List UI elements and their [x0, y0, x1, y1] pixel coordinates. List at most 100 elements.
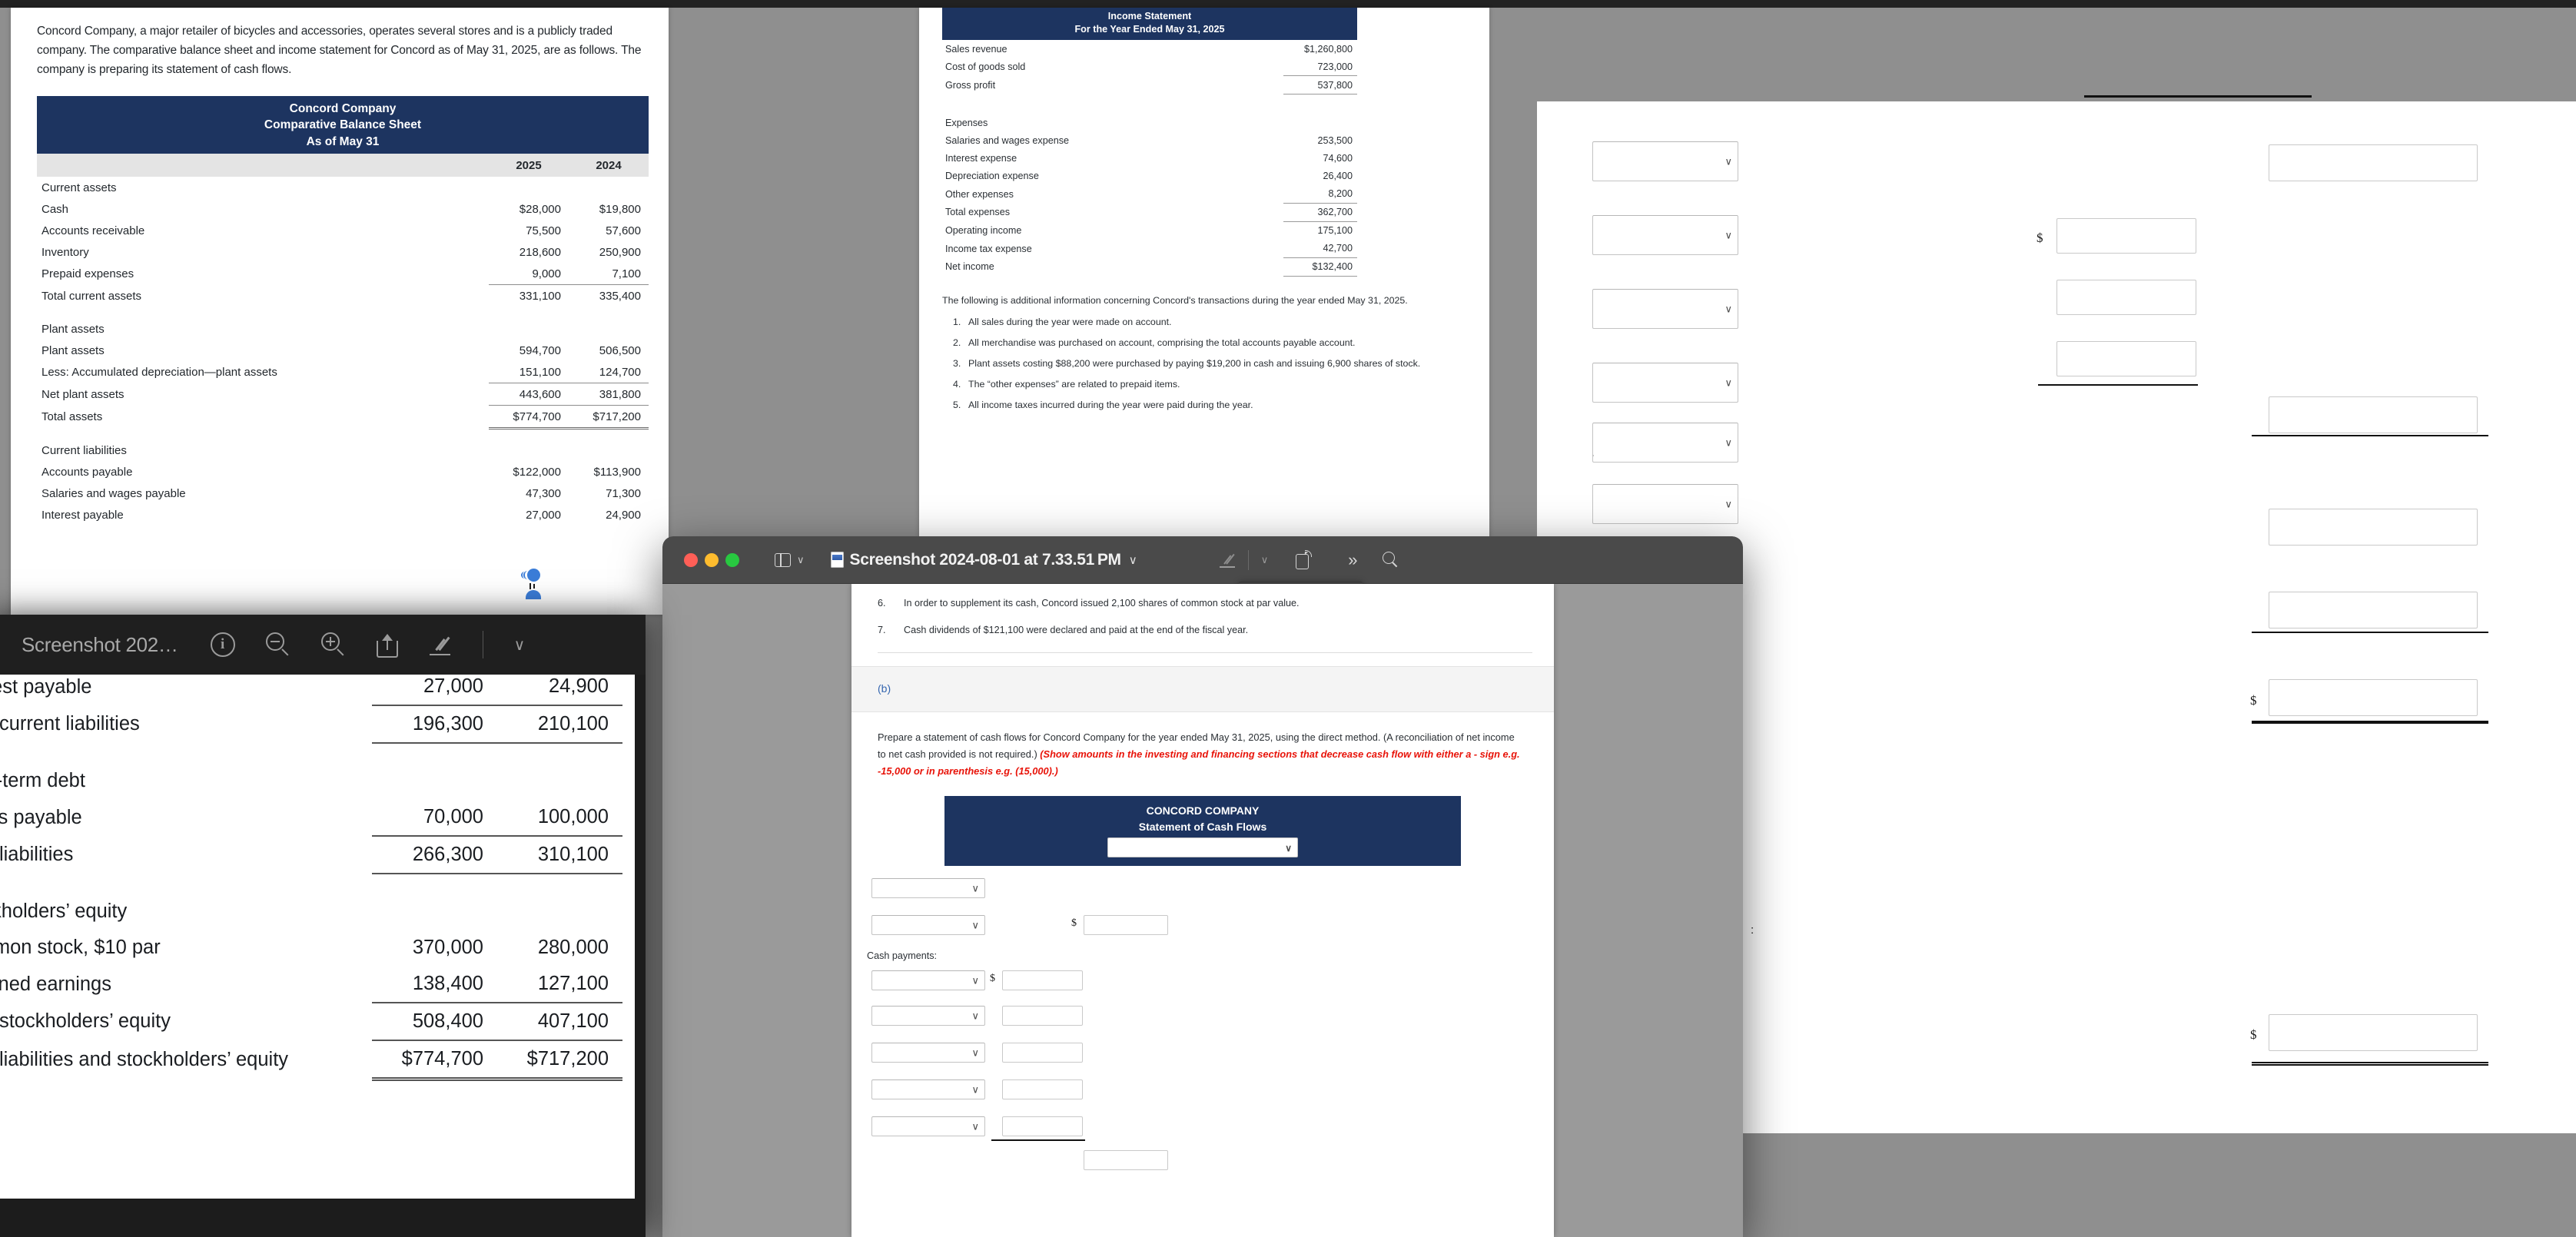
amount-input[interactable]	[1002, 1116, 1083, 1136]
amount-input[interactable]	[2269, 396, 2478, 433]
line-item-select[interactable]: ∨	[871, 914, 985, 935]
period-select[interactable]: ∨	[1107, 837, 1298, 857]
chevron-down-icon: ∨	[1725, 155, 1732, 167]
account-select[interactable]: ∨	[1592, 363, 1738, 403]
amount-input[interactable]	[2269, 144, 2478, 181]
screen-root: Concord Company, a major retailer of bic…	[0, 0, 2576, 1237]
background-window-topbar	[0, 0, 2576, 8]
row-spacer	[37, 307, 649, 318]
row-value-2024: 381,800	[569, 383, 649, 406]
row-label: Total stockholders’ equity	[0, 1010, 171, 1032]
chevron-down-icon: ∨	[971, 1120, 979, 1133]
row-label: Depreciation expense	[945, 171, 1039, 182]
table-row: Plant assets 594,700 506,500	[37, 340, 649, 361]
amount-input[interactable]	[2269, 679, 2478, 716]
right-edge-fade	[2530, 101, 2576, 1133]
amount-input[interactable]	[1084, 914, 1168, 935]
document-title-group[interactable]: Screenshot 2024-08-01 at 7.33.51 PM ∨	[830, 551, 1137, 569]
rotate-icon[interactable]	[1296, 549, 1313, 569]
amount-input[interactable]	[1002, 1005, 1083, 1026]
row-spacer	[37, 429, 649, 440]
background-document-middle: Income Statement For the Year Ended May …	[919, 8, 1489, 553]
amount-input[interactable]	[1002, 970, 1083, 990]
info-icon[interactable]: i	[210, 632, 235, 657]
row-label: Interest payable	[0, 675, 92, 698]
account-select[interactable]: ∨	[1592, 141, 1738, 181]
row-value: $1,260,800	[1303, 43, 1353, 55]
account-select[interactable]: ∨	[1592, 484, 1738, 524]
line-item-select[interactable]: ∨	[871, 970, 985, 990]
amount-input[interactable]	[2269, 592, 2478, 628]
row-label: Bonds payable	[0, 806, 82, 828]
amount-input[interactable]	[2269, 1014, 2478, 1051]
table-row: Bonds payable 70,000 100,000	[0, 799, 622, 837]
chevron-down-icon[interactable]: ∨	[1261, 554, 1269, 566]
subtotal-rule	[991, 1139, 1085, 1141]
more-chevrons-icon[interactable]: »	[1348, 550, 1357, 570]
chevron-down-icon: ∨	[971, 1010, 979, 1022]
chevron-down-icon[interactable]: ∨	[797, 554, 805, 566]
row-value-2024: 407,100	[497, 1003, 622, 1041]
amount-input[interactable]	[1002, 1042, 1083, 1063]
zoom-in-icon[interactable]	[320, 632, 346, 657]
row-label: Interest payable	[41, 509, 124, 522]
row-label: Net plant assets	[41, 387, 124, 401]
zoom-button[interactable]	[725, 552, 739, 567]
chevron-down-icon[interactable]: ∨	[514, 635, 526, 655]
account-select[interactable]: ∨	[1592, 423, 1738, 463]
sidebar-toggle[interactable]: ∨	[775, 552, 805, 567]
table-row: Less: Accumulated depreciation—plant ass…	[37, 361, 649, 383]
line-item-select[interactable]: ∨	[871, 1042, 985, 1063]
row-value-2024: 506,500	[599, 343, 641, 357]
markup-pencil-icon[interactable]	[1219, 551, 1236, 569]
row-value: 8,200	[1283, 184, 1357, 204]
share-icon[interactable]	[376, 632, 398, 658]
dollar-sign: $	[2250, 1027, 2257, 1042]
table-row-total: Total liabilities and stockholders’ equi…	[0, 1040, 622, 1081]
chevron-down-icon: ∨	[971, 919, 979, 931]
window-controls[interactable]	[684, 552, 739, 567]
row-spacer	[942, 95, 1357, 114]
search-icon[interactable]	[1382, 551, 1399, 569]
amount-input[interactable]	[1084, 1149, 1168, 1170]
markup-pencil-icon[interactable]	[429, 632, 452, 657]
account-select[interactable]	[1592, 455, 1594, 456]
row-label: Total assets	[41, 410, 103, 424]
list-item: 2. All merchandise was purchased on acco…	[942, 337, 1468, 348]
row-value-2024: 24,900	[606, 509, 641, 522]
line-item-select[interactable]: ∨	[871, 877, 985, 898]
row-value-2025: 27,000	[423, 675, 483, 697]
row-value-2024: 280,000	[537, 937, 609, 958]
row-value-2025: 151,100	[519, 365, 561, 379]
row-label: Accounts receivable	[41, 224, 145, 237]
amount-input[interactable]	[2269, 509, 2478, 546]
line-item-select[interactable]: ∨	[871, 1079, 985, 1099]
quicklook-content: Interest payable 27,000 24,900 Total cur…	[0, 675, 646, 1237]
sidebar-icon[interactable]	[775, 552, 791, 567]
list-item-number: 6.	[878, 598, 886, 609]
account-select[interactable]: ∨	[1592, 289, 1738, 329]
minimize-button[interactable]	[705, 552, 719, 567]
divider-rule	[2084, 95, 2312, 98]
amount-input[interactable]	[2056, 218, 2196, 254]
table-row: Interest payable 27,000 24,900	[0, 675, 622, 705]
zoom-out-icon[interactable]	[265, 632, 290, 657]
row-value: 26,400	[1323, 171, 1353, 182]
chevron-down-icon[interactable]: ∨	[1129, 553, 1137, 567]
close-button[interactable]	[684, 552, 698, 567]
row-value-2024: 310,100	[497, 836, 622, 874]
row-value-2024: 57,600	[606, 224, 641, 237]
line-item-select[interactable]: ∨	[871, 1116, 985, 1136]
line-item-select[interactable]: ∨	[871, 1005, 985, 1026]
chevron-down-icon: ∨	[1725, 303, 1732, 315]
bs-header-line1: Concord Company	[289, 101, 397, 115]
dollar-sign: $	[2037, 230, 2043, 245]
preview-window[interactable]: ∨ Screenshot 2024-08-01 at 7.33.51 PM ∨ …	[662, 536, 1743, 1237]
amount-input[interactable]	[2056, 341, 2196, 376]
chevron-down-icon: ∨	[1725, 376, 1732, 389]
list-item-number: 7.	[878, 625, 886, 635]
amount-input[interactable]	[1002, 1079, 1083, 1099]
amount-input[interactable]	[2056, 280, 2196, 315]
quicklook-panel[interactable]: Screenshot 202… i ∨ Interest payable 27,…	[0, 615, 646, 1237]
account-select[interactable]: ∨	[1592, 215, 1738, 255]
